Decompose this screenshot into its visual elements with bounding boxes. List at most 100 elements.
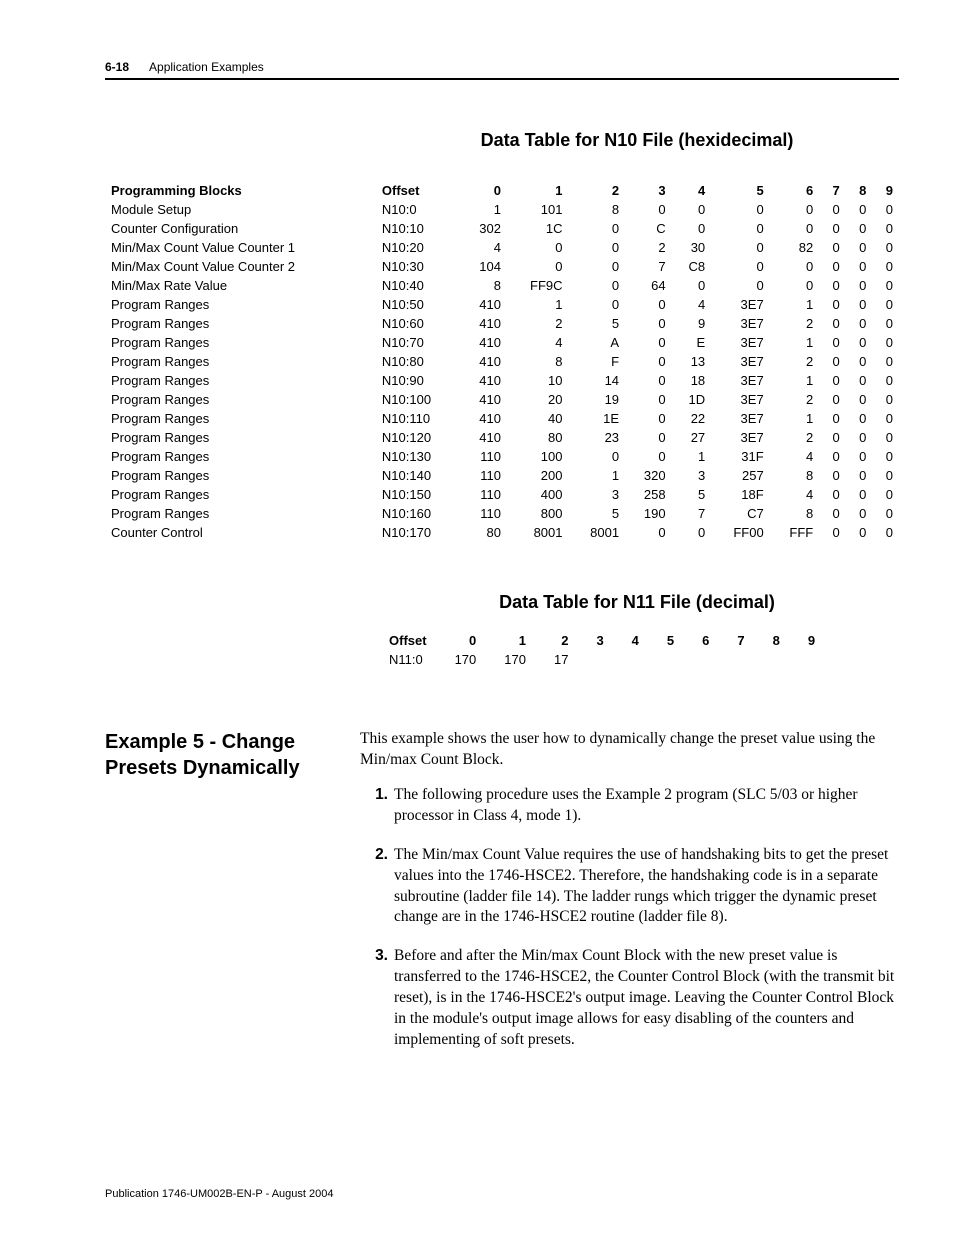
- table-cell: 0: [569, 238, 626, 257]
- table-row: N11:017017017: [375, 650, 829, 669]
- table-cell: 18F: [711, 485, 770, 504]
- table-cell: 80: [460, 523, 507, 542]
- table-cell: 0: [770, 276, 820, 295]
- table-row: Program RangesN10:5041010043E71000: [105, 295, 899, 314]
- table-cell: 0: [846, 466, 873, 485]
- table-cell: 14: [569, 371, 626, 390]
- table-cell: N10:50: [376, 295, 461, 314]
- table-header-cell: 5: [711, 181, 770, 200]
- table-cell: 0: [846, 238, 873, 257]
- table-cell: Counter Control: [105, 523, 376, 542]
- table-cell: 0: [872, 314, 899, 333]
- table-cell: 0: [819, 200, 846, 219]
- table-cell: [759, 650, 794, 669]
- table-cell: 258: [625, 485, 672, 504]
- table-cell: 0: [625, 295, 672, 314]
- page-number: 6-18: [105, 60, 129, 74]
- table-header-cell: 8: [759, 631, 794, 650]
- table-cell: 8: [460, 276, 507, 295]
- table-cell: 0: [569, 257, 626, 276]
- table-cell: N10:80: [376, 352, 461, 371]
- table-cell: 3E7: [711, 428, 770, 447]
- table-row: Counter ConfigurationN10:103021C0C000000: [105, 219, 899, 238]
- table-cell: N10:160: [376, 504, 461, 523]
- table-cell: N10:0: [376, 200, 461, 219]
- table-cell: 110: [460, 447, 507, 466]
- table-cell: 0: [819, 485, 846, 504]
- table-cell: 0: [711, 238, 770, 257]
- table-cell: 302: [460, 219, 507, 238]
- table-cell: [794, 650, 829, 669]
- table-cell: 0: [872, 523, 899, 542]
- table-cell: 0: [872, 485, 899, 504]
- table-cell: 110: [460, 504, 507, 523]
- table-cell: 7: [625, 257, 672, 276]
- table-cell: 170: [490, 650, 540, 669]
- table-cell: Program Ranges: [105, 447, 376, 466]
- table-cell: 2: [770, 352, 820, 371]
- table-cell: 20: [507, 390, 569, 409]
- table-cell: 2: [507, 314, 569, 333]
- table-row: Program RangesN10:804108F0133E72000: [105, 352, 899, 371]
- table-cell: 0: [846, 352, 873, 371]
- table-cell: F: [569, 352, 626, 371]
- table-cell: 0: [770, 257, 820, 276]
- table-cell: 18: [672, 371, 712, 390]
- table-cell: Program Ranges: [105, 352, 376, 371]
- table-cell: 82: [770, 238, 820, 257]
- example-heading: Example 5 - Change Presets Dynamically: [105, 729, 360, 781]
- table-cell: 0: [819, 466, 846, 485]
- table-cell: 0: [846, 504, 873, 523]
- table-cell: 800: [507, 504, 569, 523]
- table-cell: 0: [872, 371, 899, 390]
- table-cell: 0: [672, 219, 712, 238]
- table-cell: Program Ranges: [105, 314, 376, 333]
- table-cell: 1: [460, 200, 507, 219]
- table-row: Program RangesN10:100410201901D3E72000: [105, 390, 899, 409]
- table-header-cell: 3: [625, 181, 672, 200]
- table-cell: 5: [569, 504, 626, 523]
- table-cell: 1: [770, 295, 820, 314]
- table-header-cell: 0: [441, 631, 491, 650]
- table-cell: 1: [507, 295, 569, 314]
- table-cell: N10:110: [376, 409, 461, 428]
- table-cell: 0: [625, 523, 672, 542]
- table-cell: [653, 650, 688, 669]
- table-cell: 0: [846, 314, 873, 333]
- list-item: 1.The following procedure uses the Examp…: [360, 785, 899, 827]
- table-cell: 0: [625, 333, 672, 352]
- table-header-cell: 5: [653, 631, 688, 650]
- table-cell: 100: [507, 447, 569, 466]
- table-cell: 0: [770, 200, 820, 219]
- table-row: Counter ControlN10:170808001800100FF00FF…: [105, 523, 899, 542]
- table-cell: 0: [872, 200, 899, 219]
- table-cell: 2: [625, 238, 672, 257]
- chapter-title: Application Examples: [149, 60, 264, 74]
- table-cell: 17: [540, 650, 582, 669]
- table-cell: 0: [819, 219, 846, 238]
- table-cell: 4: [507, 333, 569, 352]
- table-cell: 0: [872, 276, 899, 295]
- table-cell: 0: [819, 333, 846, 352]
- page-header: 6-18 Application Examples: [105, 60, 899, 80]
- table-row: Min/Max Count Value Counter 2N10:3010400…: [105, 257, 899, 276]
- table-cell: C8: [672, 257, 712, 276]
- table-cell: 1: [672, 447, 712, 466]
- table-cell: 1C: [507, 219, 569, 238]
- table-cell: 0: [711, 219, 770, 238]
- table-cell: 23: [569, 428, 626, 447]
- table-cell: 410: [460, 409, 507, 428]
- table-cell: [618, 650, 653, 669]
- table-cell: 64: [625, 276, 672, 295]
- table-cell: N10:140: [376, 466, 461, 485]
- table-cell: 190: [625, 504, 672, 523]
- table-cell: 4: [770, 447, 820, 466]
- table-cell: 0: [770, 219, 820, 238]
- table-cell: 410: [460, 295, 507, 314]
- table-header-cell: 7: [819, 181, 846, 200]
- table-cell: 3E7: [711, 352, 770, 371]
- table-cell: 0: [872, 219, 899, 238]
- example-section: Example 5 - Change Presets Dynamically T…: [105, 729, 899, 1069]
- table-cell: Program Ranges: [105, 504, 376, 523]
- table1-title: Data Table for N10 File (hexidecimal): [375, 130, 899, 151]
